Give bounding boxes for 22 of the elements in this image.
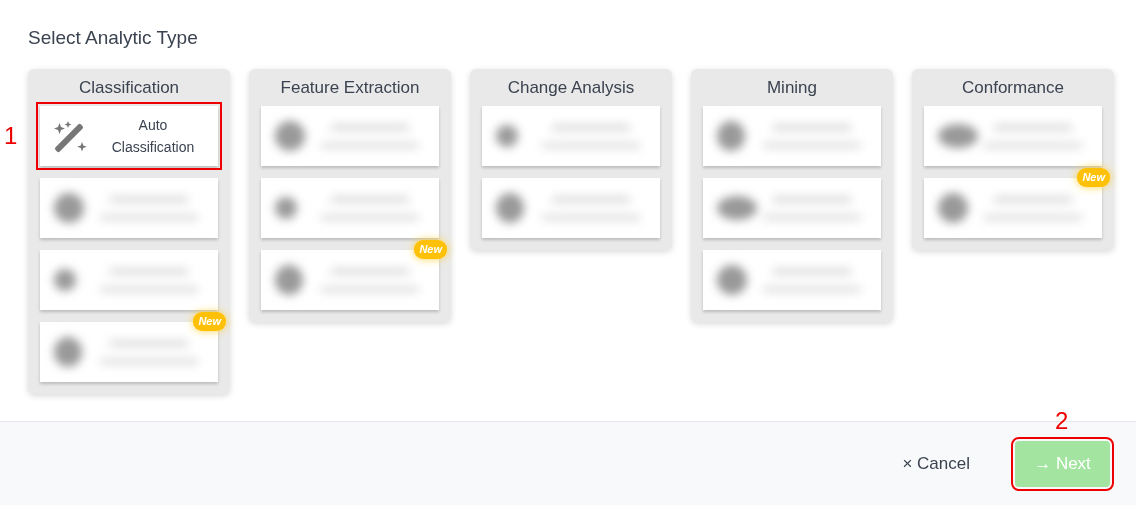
- cancel-button[interactable]: × Cancel: [902, 450, 970, 477]
- page-title: Select Analytic Type: [28, 26, 199, 50]
- group-title: Change Analysis: [506, 77, 636, 99]
- blurred-option[interactable]: [703, 178, 881, 238]
- new-badge: New: [193, 312, 226, 331]
- blurred-option[interactable]: [40, 178, 218, 238]
- blurred-option[interactable]: [261, 178, 439, 238]
- blurred-option[interactable]: [482, 106, 660, 166]
- callout-number: 2: [1055, 408, 1069, 433]
- group-title: Classification: [77, 77, 181, 99]
- blurred-option[interactable]: [703, 250, 881, 310]
- blurred-option[interactable]: [924, 106, 1102, 166]
- group-title: Mining: [765, 77, 819, 99]
- callout-number: 1: [4, 124, 18, 148]
- new-badge: New: [1077, 168, 1110, 187]
- group-title: Conformance: [960, 77, 1066, 99]
- blurred-option[interactable]: [482, 178, 660, 238]
- blurred-option[interactable]: [261, 106, 439, 166]
- blurred-option[interactable]: [40, 250, 218, 310]
- blurred-option[interactable]: [703, 106, 881, 166]
- group-title: Feature Extraction: [279, 77, 421, 99]
- new-badge: New: [414, 240, 447, 259]
